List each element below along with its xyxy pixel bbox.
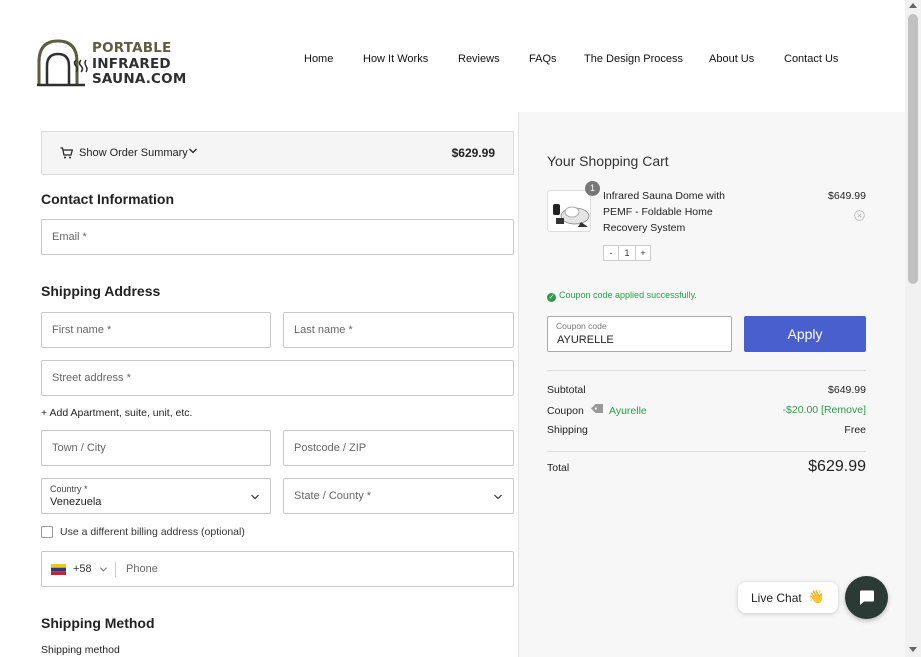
logo-line: PORTABLE	[92, 40, 172, 56]
sauna-logo-icon	[37, 39, 88, 87]
chevron-down-icon	[251, 494, 259, 500]
total-value: $629.99	[808, 458, 866, 475]
nav-reviews[interactable]: Reviews	[458, 53, 500, 65]
shipping-method-heading: Shipping Method	[41, 615, 155, 631]
chevron-down-icon	[189, 148, 197, 154]
site-logo[interactable]: PORTABLE INFRARED SAUNA.COM	[36, 38, 186, 88]
cart-divider	[547, 370, 866, 371]
waving-hand-icon: 👋	[808, 589, 825, 604]
phone-field[interactable]: +58 Phone	[41, 551, 514, 587]
state-county-select[interactable]: State / County *	[283, 478, 514, 514]
logo-line: INFRARED	[92, 55, 171, 72]
shopping-cart-panel: Your Shopping Cart 1 Infrared Sauna Dome…	[518, 112, 905, 657]
live-chat-text: Live Chat	[751, 591, 802, 605]
chat-bubble-icon	[860, 590, 874, 605]
email-field[interactable]: Email *	[41, 219, 514, 255]
first-name-field[interactable]: First name *	[41, 312, 271, 348]
quantity-increase-button[interactable]: +	[635, 245, 651, 261]
order-summary-label: Show Order Summary	[79, 147, 188, 159]
phone-placeholder: Phone	[126, 563, 158, 575]
remove-item-icon[interactable]	[854, 210, 865, 221]
total-label: Total	[547, 462, 570, 474]
nav-contact-us[interactable]: Contact Us	[784, 53, 838, 65]
coupon-success-message: ✓ Coupon code applied successfully.	[547, 290, 697, 302]
scroll-down-arrow-icon[interactable]	[909, 647, 917, 652]
chat-launcher-button[interactable]	[845, 576, 888, 619]
subtotal-label: Subtotal	[547, 384, 586, 396]
coupon-row-label: Coupon	[547, 405, 584, 417]
coupon-code-value: AYURELLE	[557, 334, 614, 346]
town-city-placeholder: Town / City	[52, 442, 106, 454]
shipping-address-heading: Shipping Address	[41, 283, 161, 299]
coupon-code-field[interactable]: Coupon code AYURELLE	[547, 316, 732, 352]
coupon-success-text: Coupon code applied successfully.	[559, 290, 697, 300]
street-address-placeholder: Street address *	[52, 372, 131, 384]
country-label: Country *	[50, 484, 88, 494]
sauna-dome-product-image	[553, 204, 590, 227]
contact-information-heading: Contact Information	[41, 191, 174, 207]
last-name-placeholder: Last name *	[294, 324, 353, 336]
subtotal-value: $649.99	[828, 384, 866, 396]
apply-coupon-button[interactable]: Apply	[744, 316, 866, 352]
logo-line: SAUNA.COM	[92, 71, 187, 87]
cart-icon	[60, 147, 73, 159]
nav-about-us[interactable]: About Us	[709, 53, 754, 65]
product-thumbnail	[547, 190, 591, 232]
site-header: PORTABLE INFRARED SAUNA.COM Home How It …	[0, 0, 905, 112]
product-price: $649.99	[828, 190, 866, 202]
state-county-placeholder: State / County *	[294, 490, 372, 502]
email-placeholder: Email *	[52, 231, 87, 243]
logo-wordmark: PORTABLE INFRARED SAUNA.COM	[92, 40, 187, 88]
billing-address-checkbox[interactable]	[41, 526, 53, 538]
phone-country-code[interactable]: +58	[73, 563, 92, 575]
nav-how-it-works[interactable]: How It Works	[363, 53, 428, 65]
cart-divider	[547, 451, 866, 452]
quantity-value[interactable]: 1	[619, 245, 635, 261]
first-name-placeholder: First name *	[52, 324, 112, 336]
coupon-name: Ayurelle	[609, 405, 647, 417]
shipping-value: Free	[844, 424, 866, 436]
quantity-decrease-button[interactable]: -	[603, 245, 619, 261]
order-summary-toggle[interactable]: Show Order Summary $629.99	[41, 131, 514, 175]
checkout-form: Show Order Summary $629.99 Contact Infor…	[0, 112, 518, 657]
tag-icon	[591, 404, 603, 413]
chevron-down-icon	[494, 494, 502, 500]
nav-design-process[interactable]: The Design Process	[584, 53, 683, 65]
postcode-placeholder: Postcode / ZIP	[294, 442, 367, 454]
billing-address-label[interactable]: Use a different billing address (optiona…	[60, 526, 245, 538]
chevron-down-icon[interactable]	[99, 565, 108, 574]
page-scrollbar[interactable]	[905, 0, 921, 657]
quantity-badge: 1	[585, 181, 600, 196]
scroll-up-arrow-icon[interactable]	[909, 3, 917, 8]
country-value: Venezuela	[50, 496, 102, 508]
cart-title: Your Shopping Cart	[547, 153, 669, 169]
postcode-field[interactable]: Postcode / ZIP	[283, 430, 514, 466]
coupon-code-label: Coupon code	[556, 321, 607, 331]
last-name-field[interactable]: Last name *	[283, 312, 514, 348]
town-city-field[interactable]: Town / City	[41, 430, 271, 466]
scrollbar-thumb[interactable]	[908, 14, 918, 284]
add-apartment-link[interactable]: + Add Apartment, suite, unit, etc.	[41, 407, 192, 419]
nav-faqs[interactable]: FAQs	[529, 53, 557, 65]
check-circle-icon: ✓	[547, 293, 556, 302]
order-summary-price: $629.99	[451, 146, 495, 160]
shipping-label: Shipping	[547, 424, 588, 436]
country-select[interactable]: Country * Venezuela	[41, 478, 271, 514]
street-address-field[interactable]: Street address *	[41, 360, 514, 396]
product-name: Infrared Sauna Dome with PEMF - Foldable…	[603, 190, 725, 234]
coupon-discount-remove[interactable]: -$20.00 [Remove]	[783, 404, 866, 416]
nav-home[interactable]: Home	[304, 53, 333, 65]
live-chat-label-button[interactable]: Live Chat 👋	[738, 582, 838, 613]
phone-separator	[115, 562, 116, 577]
shipping-method-label: Shipping method	[41, 644, 120, 656]
venezuela-flag-icon[interactable]	[51, 564, 66, 575]
